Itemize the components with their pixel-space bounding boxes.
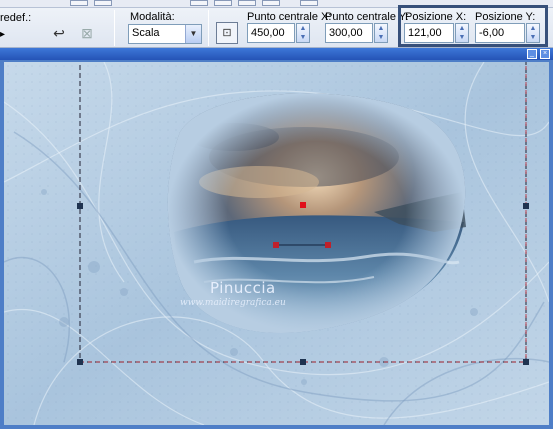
preset-label: redef.: — [0, 12, 32, 24]
preset-arrow-icon[interactable]: ▸ — [0, 29, 5, 40]
mode-select-value: Scala — [132, 27, 160, 39]
center-y-input[interactable]: 300,00 — [325, 23, 373, 43]
rotation-pivot-handle — [273, 242, 279, 248]
help-icon[interactable] — [300, 0, 318, 6]
center-x-spinner[interactable]: ▲ ▼ — [296, 23, 310, 43]
copy-icon[interactable] — [214, 0, 232, 6]
image-window: _ × Pinuccia www.maidiregrafica.eu — [0, 48, 553, 429]
rotation-handle — [325, 242, 331, 248]
handle-bottom-left — [77, 359, 83, 365]
center-y-label: Punto centrale Y: — [325, 11, 409, 23]
handle-right — [523, 203, 529, 209]
paste-icon[interactable] — [238, 0, 256, 6]
close-icon[interactable]: × — [540, 49, 550, 59]
position-fields-highlight — [398, 5, 548, 47]
center-x-input[interactable]: 450,00 — [247, 23, 295, 43]
mode-select[interactable]: Scala ▼ — [128, 24, 202, 44]
handle-bottom-right — [523, 359, 529, 365]
image-canvas[interactable]: Pinuccia www.maidiregrafica.eu — [4, 62, 549, 425]
minimize-icon[interactable]: _ — [527, 49, 537, 59]
toolbar-separator — [208, 10, 209, 46]
canvas-artwork — [4, 62, 549, 425]
reset-arrow-icon[interactable]: ↩ — [48, 22, 70, 44]
cut-icon[interactable] — [190, 0, 208, 6]
mode-label: Modalità: — [130, 11, 175, 23]
apply-transform-icon[interactable]: ⊠ — [76, 22, 98, 44]
undo-icon[interactable] — [262, 0, 280, 6]
handle-bottom — [300, 359, 306, 365]
watermark-url: www.maidiregrafica.eu — [180, 298, 286, 308]
print-icon[interactable] — [94, 0, 112, 6]
center-x-label: Punto centrale X: — [247, 11, 332, 23]
handle-left — [77, 203, 83, 209]
window-title-bar[interactable]: _ × — [0, 48, 553, 60]
watermark-name: Pinuccia — [210, 279, 276, 297]
chevron-down-icon[interactable]: ▼ — [185, 25, 201, 43]
toolbar-separator — [114, 10, 115, 46]
save-icon[interactable] — [70, 0, 88, 6]
center-handle — [300, 202, 306, 208]
center-y-spinner[interactable]: ▲ ▼ — [374, 23, 388, 43]
pick-center-icon[interactable]: ⊡ — [216, 22, 238, 44]
